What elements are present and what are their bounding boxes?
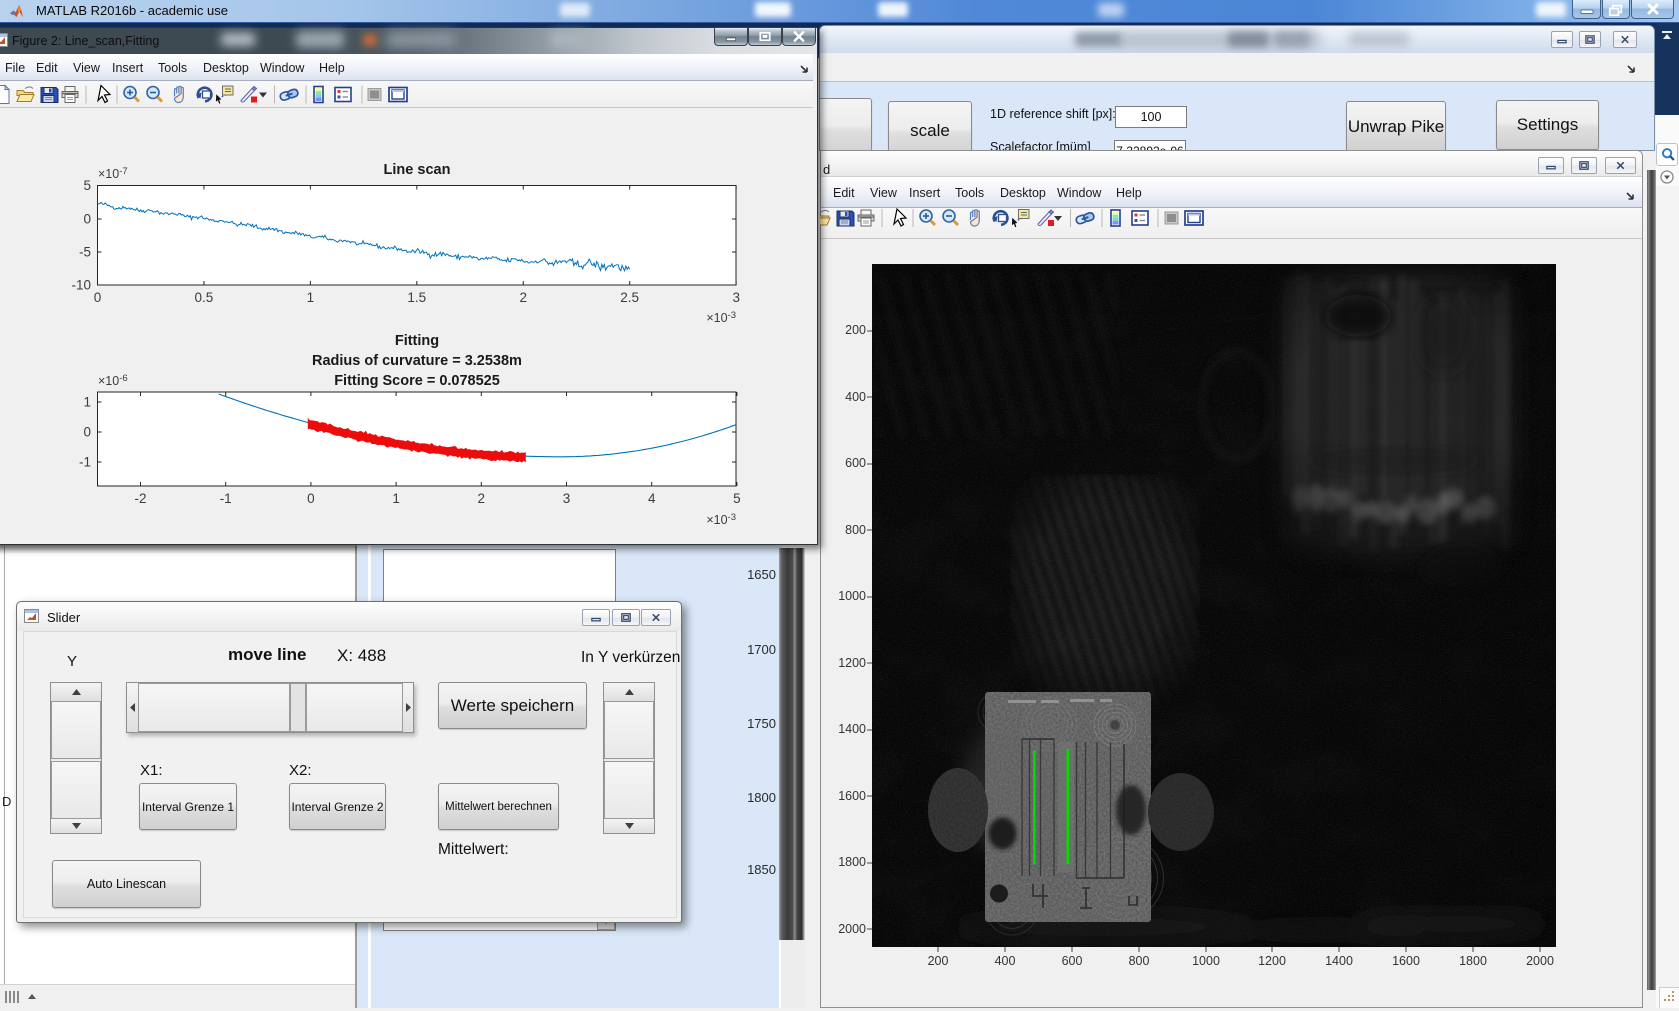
svg-text:0: 0 xyxy=(94,290,102,305)
svg-text:×10-7: ×10-7 xyxy=(98,166,128,181)
svg-text:0: 0 xyxy=(83,425,91,440)
svg-text:1.5: 1.5 xyxy=(407,290,426,305)
svg-text:2: 2 xyxy=(478,491,486,506)
svg-text:1: 1 xyxy=(83,395,91,410)
svg-text:×10-6: ×10-6 xyxy=(98,373,128,388)
svg-text:2: 2 xyxy=(520,290,528,305)
svg-text:Fitting Score = 0.078525: Fitting Score = 0.078525 xyxy=(334,373,500,389)
svg-text:5: 5 xyxy=(733,491,741,506)
svg-text:×10-3: ×10-3 xyxy=(706,310,736,325)
svg-text:Radius of curvature = 3.2538m: Radius of curvature = 3.2538m xyxy=(312,353,522,369)
svg-text:-5: -5 xyxy=(79,245,91,260)
svg-text:2.5: 2.5 xyxy=(620,290,639,305)
svg-text:×10-3: ×10-3 xyxy=(706,512,736,527)
svg-text:5: 5 xyxy=(83,178,91,193)
svg-text:3: 3 xyxy=(732,290,740,305)
svg-text:4: 4 xyxy=(648,491,656,506)
svg-text:1: 1 xyxy=(392,491,400,506)
svg-text:0: 0 xyxy=(83,212,91,227)
svg-text:3: 3 xyxy=(563,491,571,506)
svg-text:-1: -1 xyxy=(79,455,91,470)
svg-text:-2: -2 xyxy=(134,491,146,506)
svg-text:-1: -1 xyxy=(220,491,232,506)
svg-text:Fitting: Fitting xyxy=(395,333,439,349)
svg-text:Line scan: Line scan xyxy=(384,162,451,178)
svg-text:0: 0 xyxy=(307,491,315,506)
svg-text:0.5: 0.5 xyxy=(195,290,214,305)
svg-text:-10: -10 xyxy=(71,278,91,293)
svg-text:1: 1 xyxy=(307,290,315,305)
